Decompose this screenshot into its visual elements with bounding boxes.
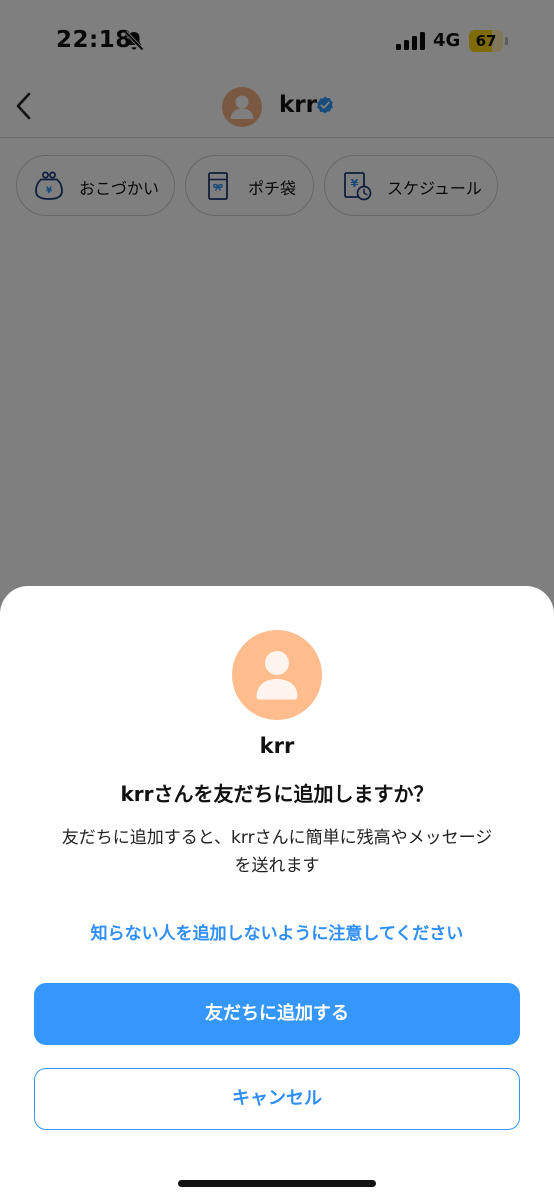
- stranger-warning-link[interactable]: 知らない人を追加しないように注意してください: [0, 919, 554, 944]
- friend-avatar: [232, 630, 322, 720]
- add-friend-button[interactable]: 友だちに追加する: [34, 983, 520, 1045]
- add-friend-sheet: krr krrさんを友だちに追加しますか？ 友だちに追加すると、krrさんに簡単…: [0, 586, 554, 1200]
- home-indicator: [178, 1180, 376, 1187]
- dialog-description-line1: 友だちに追加すると、krrさんに簡単に残高やメッセージ: [61, 828, 493, 848]
- dialog-description: 友だちに追加すると、krrさんに簡単に残高やメッセージ を送れます: [30, 824, 524, 880]
- cancel-button[interactable]: キャンセル: [34, 1068, 520, 1130]
- dialog-description-line2: を送れます: [234, 856, 320, 876]
- person-icon: [256, 651, 298, 700]
- friend-name: krr: [259, 734, 295, 758]
- dialog-title: krrさんを友だちに追加しますか？: [120, 782, 434, 806]
- screen: 22:18 4G 67: [0, 0, 554, 1200]
